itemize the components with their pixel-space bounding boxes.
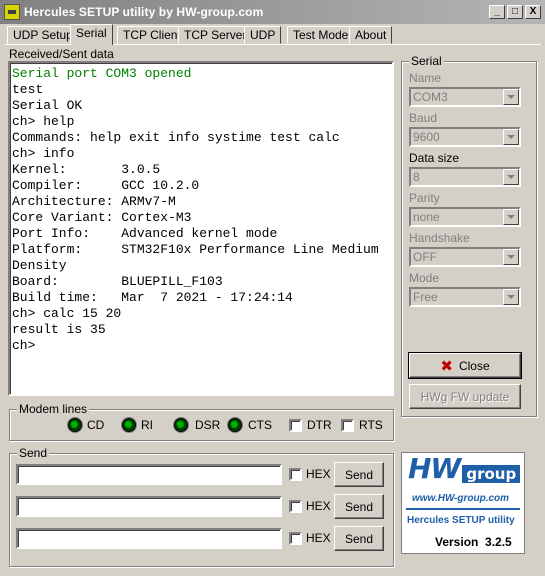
terminal-line: Serial OK (12, 98, 83, 113)
hex-label-3: HEX (306, 531, 331, 545)
data-size-value: 8 (413, 170, 420, 184)
hw-brand-text: HW (408, 452, 461, 485)
cd-label: CD (87, 418, 105, 432)
name-label: Name (409, 71, 442, 85)
terminal-line: ch> calc 15 20 (12, 306, 122, 321)
rts-checkbox[interactable] (341, 419, 354, 432)
chevron-down-icon[interactable] (503, 169, 519, 185)
logo-divider (406, 508, 520, 510)
modem-lines-label: Modem lines (17, 402, 90, 416)
dtr-label: DTR (307, 418, 332, 432)
hw-group-text: group (462, 465, 521, 483)
mode-value: Free (413, 290, 438, 304)
minimize-button[interactable]: _ (489, 5, 505, 19)
close-x-icon: ✖ (440, 357, 453, 375)
rts-label: RTS (359, 418, 383, 432)
chevron-down-icon[interactable] (503, 89, 519, 105)
name-select[interactable]: COM3 (409, 87, 521, 107)
chevron-down-icon[interactable] (503, 129, 519, 145)
dtr-checkbox[interactable] (289, 419, 302, 432)
received-data-terminal[interactable]: Serial port COM3 opened test Serial OK ch> … (8, 61, 394, 396)
cd-led-icon (68, 418, 82, 432)
baud-select[interactable]: 9600 (409, 127, 521, 147)
terminal-line: ch> help (12, 114, 75, 129)
send-input-2[interactable] (16, 496, 282, 517)
chevron-down-icon[interactable] (503, 289, 519, 305)
send-input-1[interactable] (16, 464, 282, 485)
handshake-value: OFF (413, 250, 437, 264)
mode-label: Mode (409, 271, 440, 285)
serial-group-label: Serial (409, 54, 444, 68)
terminal-line: Port Info: Advanced kernel mode (12, 226, 278, 241)
hw-group-logo[interactable]: HW group www.HW-group.com Hercules SETUP… (401, 452, 525, 554)
send-input-3[interactable] (16, 528, 282, 549)
terminal-line: ch> info (12, 146, 75, 161)
baud-value: 9600 (413, 130, 440, 144)
terminal-line: Board: BLUEPILL_F103 (12, 274, 223, 289)
chevron-down-icon[interactable] (503, 209, 519, 225)
close-window-button[interactable]: X (525, 5, 541, 19)
terminal-line: Serial port COM3 opened (12, 66, 192, 81)
send-button-2[interactable]: Send (334, 494, 384, 519)
handshake-label: Handshake (409, 231, 470, 245)
terminal-line: test (12, 82, 44, 97)
terminal-line: Compiler: GCC 10.2.0 (12, 178, 200, 193)
hw-url: www.HW-group.com (412, 493, 510, 504)
data-size-label: Data size (409, 151, 460, 165)
maximize-button[interactable]: □ (507, 5, 523, 19)
cts-led-icon (228, 418, 242, 432)
data-size-select[interactable]: 8 (409, 167, 521, 187)
terminal-line: Density (12, 258, 67, 273)
close-port-label: Close (458, 358, 490, 373)
hex-label-1: HEX (306, 467, 331, 481)
version-text: Version 3.2.5 (435, 535, 512, 549)
hex-checkbox-2[interactable] (289, 500, 302, 513)
ri-led-icon (122, 418, 136, 432)
window-title: Hercules SETUP utility by HW-group.com (24, 5, 264, 19)
hwg-fw-update-button[interactable]: HWg FW update (409, 384, 521, 409)
parity-value: none (413, 210, 440, 224)
received-data-label: Received/Sent data (9, 47, 114, 61)
send-group-label: Send (17, 446, 50, 460)
mode-select[interactable]: Free (409, 287, 521, 307)
tab-about[interactable]: About (349, 26, 393, 44)
terminal-line: Build time: Mar 7 2021 - 17:24:14 (12, 290, 293, 305)
send-button-3[interactable]: Send (334, 526, 384, 551)
parity-select[interactable]: none (409, 207, 521, 227)
tab-serial[interactable]: Serial (70, 24, 113, 45)
close-port-button[interactable]: ✖ Close (408, 352, 522, 379)
hw-logo-mark: HW group (408, 452, 521, 485)
baud-label: Baud (409, 111, 438, 125)
terminal-line: Platform: STM32F10x Performance Line Med… (12, 242, 379, 257)
terminal-line: Commands: help exit info systime test ca… (12, 130, 340, 145)
name-value: COM3 (413, 90, 448, 104)
dsr-label: DSR (195, 418, 221, 432)
tab-tcp-server[interactable]: TCP Server (178, 26, 253, 44)
handshake-select[interactable]: OFF (409, 247, 521, 267)
terminal-line: ch> (12, 338, 36, 353)
terminal-line: Kernel: 3.0.5 (12, 162, 161, 177)
app-icon (4, 4, 20, 20)
send-button-1[interactable]: Send (334, 462, 384, 487)
chevron-down-icon[interactable] (503, 249, 519, 265)
terminal-line: Core Variant: Cortex-M3 (12, 210, 192, 225)
tab-udp[interactable]: UDP (244, 26, 282, 44)
title-bar[interactable]: Hercules SETUP utility by HW-group.com _… (0, 0, 545, 24)
terminal-line: result is 35 (12, 322, 106, 337)
tab-udp-setup[interactable]: UDP Setup (7, 26, 79, 44)
product-name: Hercules SETUP utility (407, 515, 515, 526)
ri-label: RI (141, 418, 153, 432)
tab-test-mode[interactable]: Test Mode (287, 26, 355, 44)
cts-label: CTS (248, 418, 272, 432)
hex-checkbox-3[interactable] (289, 532, 302, 545)
dsr-led-icon (174, 418, 188, 432)
tab-tcp-client[interactable]: TCP Client (117, 26, 187, 44)
hex-label-2: HEX (306, 499, 331, 513)
parity-label: Parity (409, 191, 440, 205)
hex-checkbox-1[interactable] (289, 468, 302, 481)
terminal-line: Architecture: ARMv7-M (12, 194, 176, 209)
